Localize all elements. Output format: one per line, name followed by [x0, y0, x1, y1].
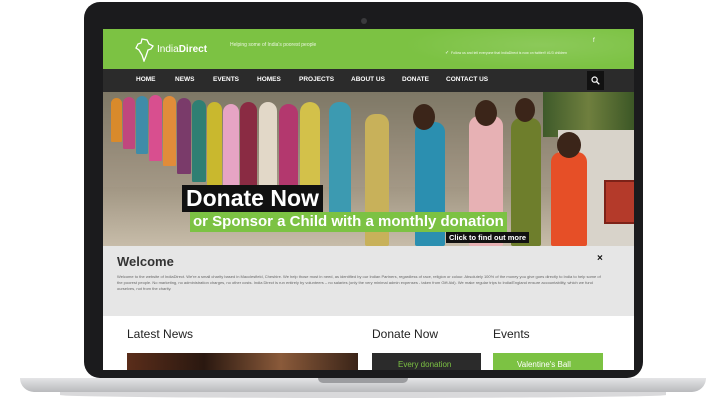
nav-contact-us[interactable]: CONTACT US [446, 76, 488, 83]
event-button[interactable]: Valentine's Ball [493, 353, 603, 370]
close-icon[interactable]: × [597, 253, 603, 264]
site-header: IndiaDirect Helping some of India's poor… [103, 29, 634, 69]
welcome-title: Welcome [117, 254, 174, 269]
hero-child [551, 152, 587, 246]
nav-events[interactable]: EVENTS [213, 76, 239, 83]
nav-projects[interactable]: PROJECTS [299, 76, 334, 83]
hero-child [207, 102, 222, 190]
hero-child [329, 102, 351, 228]
welcome-text: Welcome to the website of IndiaDirect. W… [117, 274, 601, 291]
donation-button[interactable]: Every donation [372, 353, 481, 370]
hero-child [511, 118, 541, 246]
webcam [361, 18, 367, 24]
hero-wall-decoration [604, 180, 634, 224]
site-logo-text[interactable]: IndiaDirect [157, 44, 207, 55]
donate-now-title: Donate Now [372, 327, 439, 341]
search-icon [591, 76, 600, 85]
event-button-label: Valentine's Ball [517, 360, 571, 369]
donation-button-label: Every donation [398, 360, 452, 369]
latest-news-image[interactable] [127, 353, 358, 370]
nav-home[interactable]: HOME [136, 76, 156, 83]
hero-child [177, 98, 191, 174]
hero-child-head [557, 132, 581, 158]
latest-news-title: Latest News [127, 327, 194, 341]
hero-child [149, 95, 162, 161]
hero-child-head [475, 100, 497, 126]
hero-child [123, 97, 135, 149]
logo-suffix: Direct [178, 44, 208, 55]
nav-news[interactable]: NEWS [175, 76, 195, 83]
main-navigation: HOME NEWS EVENTS HOMES PROJECTS ABOUT US… [103, 69, 634, 92]
hero-child-head [515, 98, 535, 122]
nav-donate[interactable]: DONATE [402, 76, 429, 83]
hero-find-out-more-link[interactable]: Click to find out more [446, 232, 530, 243]
laptop-shadow [60, 392, 666, 398]
hero-child [223, 104, 239, 198]
hero-child-head [413, 104, 435, 130]
welcome-panel: Welcome Welcome to the website of IndiaD… [103, 246, 634, 316]
latest-tweet[interactable]: Follow us and tell everyone that IndiaDi… [451, 51, 567, 55]
hero-headline[interactable]: Donate Now [182, 185, 323, 212]
website-screen: IndiaDirect Helping some of India's poor… [103, 29, 634, 370]
twitter-icon[interactable]: ✓ [445, 50, 449, 56]
hero-child [111, 98, 122, 142]
content-columns: Latest News Donate Now Events Every dona… [103, 316, 634, 370]
site-tagline: Helping some of India's poorest people [230, 42, 317, 48]
hero-child [192, 100, 206, 182]
world-map-background [403, 29, 634, 69]
hero-child [136, 96, 148, 154]
search-button[interactable] [587, 71, 604, 90]
india-map-logo-icon[interactable] [135, 38, 155, 62]
nav-homes[interactable]: HOMES [257, 76, 281, 83]
nav-about-us[interactable]: ABOUT US [351, 76, 385, 83]
laptop-base-notch [318, 378, 408, 383]
facebook-icon[interactable]: f [593, 38, 595, 44]
hero-subline[interactable]: or Sponsor a Child with a monthly donati… [190, 212, 507, 232]
hero-child [163, 96, 176, 166]
logo-prefix: India [157, 44, 179, 55]
events-title: Events [493, 327, 530, 341]
